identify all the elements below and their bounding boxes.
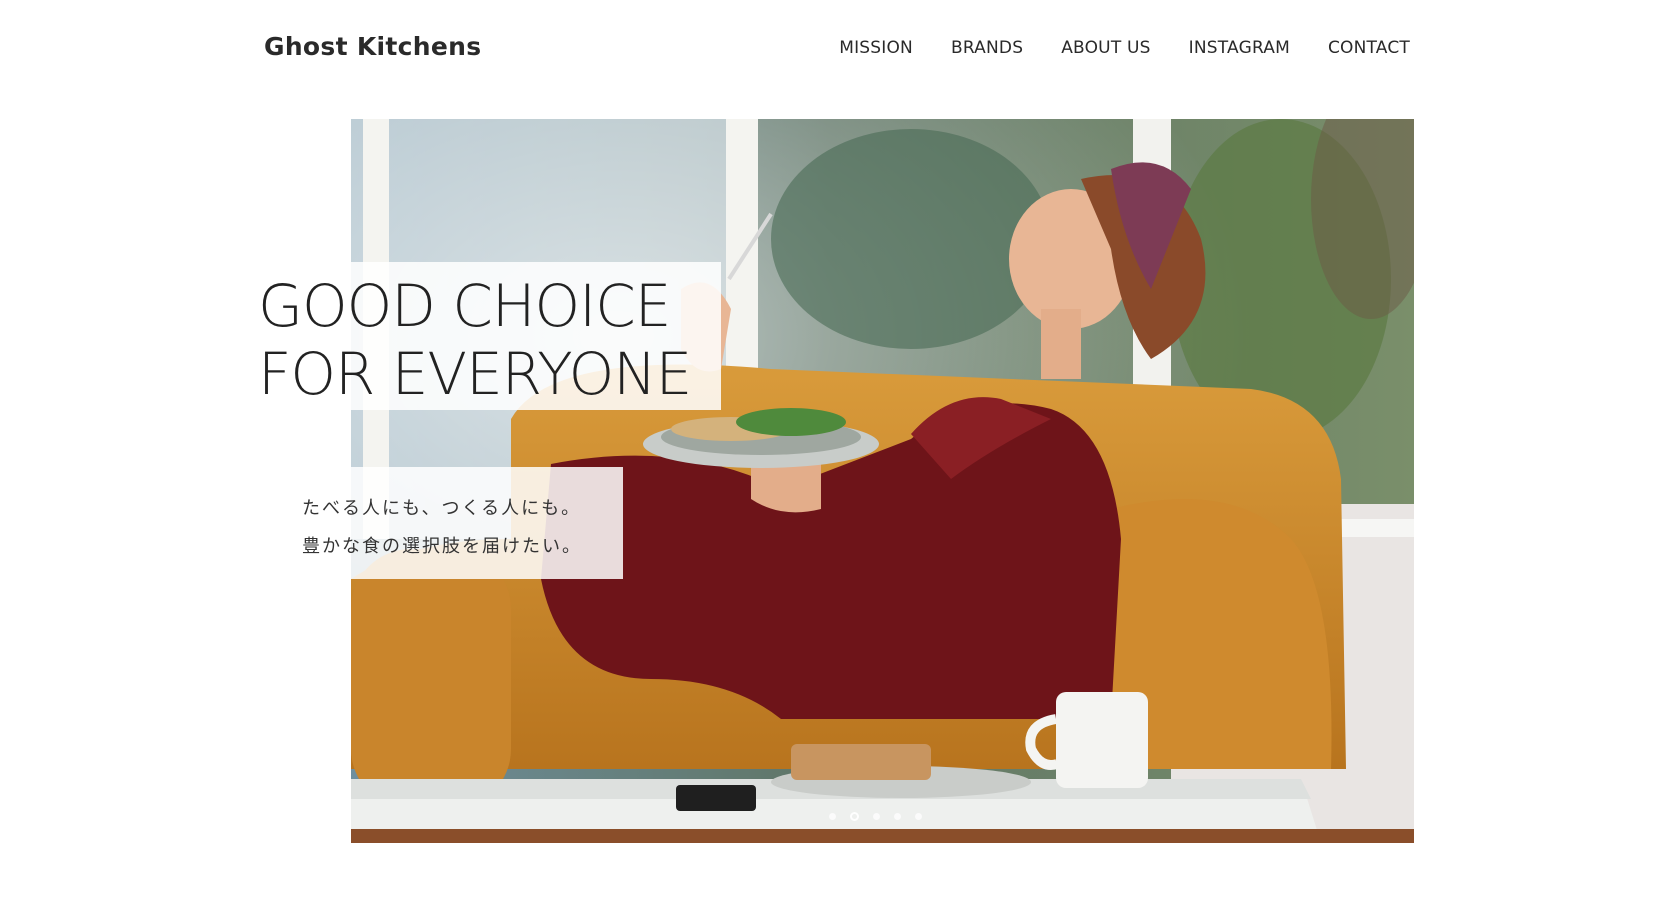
slideshow-dots <box>829 812 922 821</box>
hero-headline-line-2: FOR EVERYONE <box>258 340 692 408</box>
site-logo[interactable]: Ghost Kitchens <box>264 32 481 61</box>
slide-dot-5[interactable] <box>915 813 922 820</box>
nav-instagram[interactable]: INSTAGRAM <box>1189 38 1290 58</box>
nav-brands[interactable]: BRANDS <box>951 38 1023 58</box>
slide-dot-2[interactable] <box>850 812 859 821</box>
nav-mission[interactable]: MISSION <box>839 38 913 58</box>
hero-subcopy: たべる人にも、つくる人にも。 豊かな食の選択肢を届けたい。 <box>302 490 582 566</box>
slide-dot-1[interactable] <box>829 813 836 820</box>
hero-headline-line-1: GOOD CHOICE <box>258 272 671 340</box>
page: Ghost Kitchens MISSION BRANDS ABOUT US I… <box>0 0 1680 904</box>
hero-headline: GOOD CHOICE FOR EVERYONE <box>258 272 692 408</box>
nav-contact[interactable]: CONTACT <box>1328 38 1410 58</box>
slide-dot-4[interactable] <box>894 813 901 820</box>
hero-subcopy-line-1: たべる人にも、つくる人にも。 <box>302 498 582 519</box>
nav-about-us[interactable]: ABOUT US <box>1061 38 1150 58</box>
hero-subcopy-line-2: 豊かな食の選択肢を届けたい。 <box>302 536 582 557</box>
main-nav: MISSION BRANDS ABOUT US INSTAGRAM CONTAC… <box>839 38 1410 58</box>
slide-dot-3[interactable] <box>873 813 880 820</box>
